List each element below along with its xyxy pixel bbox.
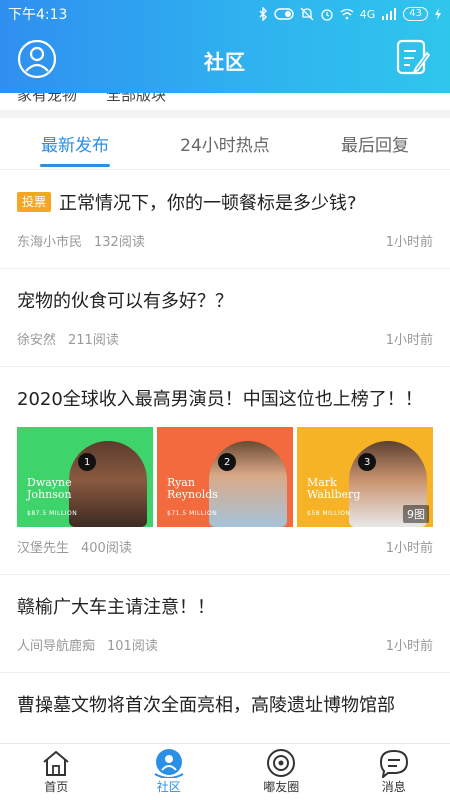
post-image[interactable]: 3 Mark Wahlberg $58 MILLION 9图 <box>297 427 433 527</box>
post-meta: 东海小市民 132阅读 1小时前 <box>17 221 433 268</box>
tab-latest[interactable]: 最新发布 <box>0 118 150 169</box>
post-title-text: 正常情况下，你的一顿餐标是多少钱? <box>59 193 357 214</box>
post-image[interactable]: 2 Ryan Reynolds $71.5 MILLION <box>157 427 293 527</box>
friends-circle-icon <box>267 749 296 777</box>
nav-label: 嘟友圈 <box>263 780 300 794</box>
nav-label: 首页 <box>44 780 69 794</box>
post-author[interactable]: 人间导航鹿痴 <box>17 639 95 654</box>
image-caption-money: $71.5 MILLION <box>167 510 218 517</box>
post-item[interactable]: 曹操墓文物将首次全面亮相，高陵遗址博物馆部 <box>0 673 450 723</box>
tab-24h-hot[interactable]: 24小时热点 <box>150 118 300 169</box>
signal-icon <box>381 8 397 20</box>
post-title: 曹操墓文物将首次全面亮相，高陵遗址博物馆部 <box>17 695 395 716</box>
post-feed[interactable]: 投票 正常情况下，你的一顿餐标是多少钱? 东海小市民 132阅读 1小时前 宠物的伙… <box>0 171 450 743</box>
post-time: 1小时前 <box>385 541 433 556</box>
post-image[interactable]: 1 Dwayne Johnson $87.5 MILLION <box>17 427 153 527</box>
compose-icon[interactable] <box>396 39 431 77</box>
filter-item[interactable]: 全部版块 <box>106 93 166 105</box>
post-reads: 211阅读 <box>68 333 119 348</box>
post-title: 2020全球收入最高男演员！中国这位也上榜了！！ <box>17 389 423 410</box>
post-item[interactable]: 赣榆广大车主请注意！！ 人间导航鹿痴 101阅读 1小时前 <box>0 575 450 673</box>
post-author[interactable]: 东海小市民 <box>17 235 82 250</box>
post-title: 投票 正常情况下，你的一顿餐标是多少钱? <box>17 171 433 221</box>
post-meta: 汉堡先生 400阅读 1小时前 <box>17 527 433 574</box>
post-image-grid[interactable]: 1 Dwayne Johnson $87.5 MILLION 2 Ryan Re… <box>17 427 433 527</box>
image-caption-money: $58 MILLION <box>307 510 351 517</box>
status-bar: 下午4:13 4G 43 <box>0 0 450 28</box>
home-icon <box>43 750 69 776</box>
post-time: 1小时前 <box>385 333 433 348</box>
post-item[interactable]: 宠物的伙食可以有多好？？ 徐安然 211阅读 1小时前 <box>0 269 450 367</box>
post-title: 赣榆广大车主请注意！！ <box>17 597 215 618</box>
image-caption-name: Dwayne Johnson <box>27 476 72 501</box>
post-item[interactable]: 投票 正常情况下，你的一顿餐标是多少钱? 东海小市民 132阅读 1小时前 <box>0 171 450 269</box>
filter-item[interactable]: 家有宠物 <box>17 93 77 105</box>
section-divider <box>0 110 450 118</box>
nav-label: 社区 <box>156 780 181 794</box>
charging-icon <box>434 8 442 20</box>
mute-icon <box>300 7 314 21</box>
alarm-icon <box>320 7 334 21</box>
image-caption-money: $87.5 MILLION <box>27 510 78 517</box>
post-reads: 101阅读 <box>107 639 158 654</box>
status-time: 下午4:13 <box>8 7 68 23</box>
message-icon <box>379 749 408 778</box>
status-icons: 4G 43 <box>258 7 442 21</box>
tab-last-reply[interactable]: 最后回复 <box>300 118 450 169</box>
post-item[interactable]: 2020全球收入最高男演员！中国这位也上榜了！！ 1 Dwayne Johnso… <box>0 367 450 575</box>
nav-friends-circle[interactable]: 嘟友圈 <box>225 744 338 800</box>
post-meta: 徐安然 211阅读 1小时前 <box>17 319 433 366</box>
image-caption-name: Mark Wahlberg <box>307 476 361 501</box>
top-bar: 下午4:13 4G 43 社区 <box>0 0 450 93</box>
wifi-icon <box>340 8 354 20</box>
nav-community[interactable]: 社区 <box>113 744 226 800</box>
nav-messages[interactable]: 消息 <box>338 744 450 800</box>
app-bar: 社区 <box>0 28 450 93</box>
post-author[interactable]: 徐安然 <box>17 333 56 348</box>
image-count-badge: 9图 <box>403 505 429 523</box>
bottom-nav: 首页 社区 嘟友圈 消息 <box>0 743 450 800</box>
post-reads: 400阅读 <box>81 541 132 556</box>
post-reads: 132阅读 <box>94 235 145 250</box>
post-time: 1小时前 <box>385 235 433 250</box>
post-author[interactable]: 汉堡先生 <box>17 541 69 556</box>
bluetooth-icon <box>258 7 268 21</box>
battery-level: 43 <box>403 7 428 21</box>
post-time: 1小时前 <box>385 639 433 654</box>
vote-tag: 投票 <box>17 192 52 212</box>
toggle-icon <box>274 8 294 20</box>
post-meta: 人间导航鹿痴 101阅读 1小时前 <box>17 625 433 672</box>
page-title: 社区 <box>204 50 246 74</box>
user-avatar-icon[interactable] <box>17 39 57 79</box>
post-title: 宠物的伙食可以有多好？？ <box>17 291 233 312</box>
community-icon <box>154 749 184 778</box>
nav-label: 消息 <box>381 780 406 794</box>
feed-tabs: 最新发布 24小时热点 最后回复 <box>0 118 450 170</box>
network-type: 4G <box>359 7 376 21</box>
image-caption-name: Ryan Reynolds <box>167 476 218 501</box>
nav-home[interactable]: 首页 <box>0 744 113 800</box>
